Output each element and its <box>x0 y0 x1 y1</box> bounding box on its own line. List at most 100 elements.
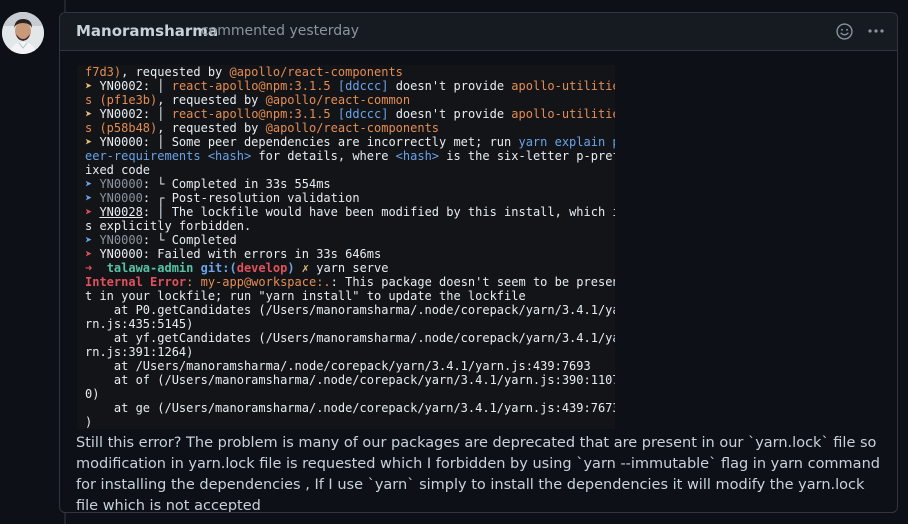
terminal-segment: (pf1e3b) <box>99 93 158 107</box>
terminal-segment: YN0000 <box>99 177 143 191</box>
comment-body: Still this error? The problem is many of… <box>76 435 880 513</box>
terminal-segment: ➤ <box>85 233 100 247</box>
terminal-segment: eer-requirements <hash> <box>85 149 252 163</box>
terminal-segment: YN0028 <box>99 205 143 219</box>
terminal-segment: @apollo/react-components <box>265 121 440 135</box>
terminal-line: 0) <box>85 387 615 401</box>
smiley-icon <box>836 23 853 40</box>
terminal-line: ➜ talawa-admin git:(develop) ✗ yarn serv… <box>85 261 615 275</box>
terminal-segment: s <box>85 121 100 135</box>
terminal-segment: at /Users/manoramsharma/.node/corepack/y… <box>85 359 591 373</box>
terminal-segment: [ddccc] <box>337 107 389 121</box>
terminal-segment: @apollo/react-common <box>265 93 411 107</box>
terminal-segment: YN0000: <box>99 135 158 149</box>
add-reaction-button[interactable] <box>836 23 853 40</box>
terminal-line: ➤ YN0000: └ Completed <box>85 233 615 247</box>
terminal-segment: @apollo/react-components <box>229 65 403 79</box>
terminal-segment: : <box>142 79 158 93</box>
terminal-segment: 0) <box>85 387 100 401</box>
terminal-segment: react-apollo@npm:3.1.5 <box>171 107 338 121</box>
terminal-segment: │ Some peer dependencies are incorrectly… <box>157 135 519 149</box>
comment-author-link[interactable]: Manoramsharma <box>76 22 218 40</box>
terminal-segment: : └ Completed <box>142 233 237 247</box>
terminal-segment: , requested by <box>121 65 230 79</box>
terminal-segment: ixed code <box>85 163 151 177</box>
comment-header: Manoramsharma commented yesterday <box>60 13 897 51</box>
terminal-line: ➤ YN0000: ┌ Post-resolution validation <box>85 191 615 205</box>
terminal-segment: for details, where <box>251 149 396 163</box>
comment-box: Manoramsharma commented yesterday f7d3),… <box>59 12 898 513</box>
terminal-segment: doesn't provide <box>388 107 512 121</box>
terminal-segment: ➤ <box>85 107 100 121</box>
terminal-line: s (p58b48), requested by @apollo/react-c… <box>85 121 615 135</box>
terminal-segment: apollo-utilitie <box>511 107 615 121</box>
terminal-segment: at yf.getCandidates (/Users/manoramsharm… <box>85 331 615 345</box>
terminal-segment: doesn't provide <box>388 79 512 93</box>
terminal-segment: develop <box>236 261 288 275</box>
terminal-line: at P0.getCandidates (/Users/manoramsharm… <box>85 303 615 317</box>
comment-timestamp[interactable]: commented yesterday <box>201 23 359 39</box>
terminal-segment: ➤ <box>85 79 100 93</box>
terminal-segment: t in your lockfile; run "yarn install" t… <box>85 289 526 303</box>
terminal-line: ➤ YN0002: │ react-apollo@npm:3.1.5 [ddcc… <box>85 79 615 93</box>
terminal-segment: at ge (/Users/manoramsharma/.node/corepa… <box>85 401 615 415</box>
terminal-segment: <hash> <box>395 149 440 163</box>
terminal-segment: : <box>142 107 158 121</box>
terminal-line: eer-requirements <hash> for details, whe… <box>85 149 615 163</box>
terminal-segment: git:( <box>200 261 237 275</box>
comment-options-button[interactable] <box>867 22 885 40</box>
terminal-segment: │ <box>157 107 172 121</box>
terminal-line: at /Users/manoramsharma/.node/corepack/y… <box>85 359 615 373</box>
terminal-segment: ➤ <box>85 205 100 219</box>
terminal-segment: react-apollo@npm:3.1.5 <box>171 79 338 93</box>
terminal-segment: s explicitly forbidden. <box>85 219 252 233</box>
terminal-line: t in your lockfile; run "yarn install" t… <box>85 289 615 303</box>
terminal-segment: rn.js:435:5145) <box>85 317 194 331</box>
terminal-segment: YN0000 <box>99 233 143 247</box>
terminal-screenshot: f7d3), requested by @apollo/react-compon… <box>77 65 615 429</box>
terminal-segment: YN0000: Failed with errors in 33s 646ms <box>99 247 382 261</box>
terminal-segment: YN0002 <box>99 107 143 121</box>
terminal-segment: : my-app@workspace:. <box>186 275 331 289</box>
terminal-line: s explicitly forbidden. <box>85 219 615 233</box>
terminal-line: Internal Error: my-app@workspace:.: This… <box>85 275 615 289</box>
avatar[interactable] <box>2 12 44 54</box>
terminal-segment: at P0.getCandidates (/Users/manoramsharm… <box>85 303 615 317</box>
terminal-segment: YN0002 <box>99 79 143 93</box>
terminal-segment: yarn serve <box>316 261 389 275</box>
terminal-segment: ✗ <box>294 261 317 275</box>
terminal-segment: is the six-letter p-pref <box>439 149 615 163</box>
terminal-segment: ) <box>85 415 93 429</box>
terminal-line: ➤ YN0000: └ Completed in 33s 554ms <box>85 177 615 191</box>
terminal-segment: : This package doesn't seem to be presen <box>330 275 615 289</box>
terminal-line: ➤ YN0000: │ Some peer dependencies are i… <box>85 135 615 149</box>
terminal-segment: , requested by <box>157 121 266 135</box>
terminal-line: ➤ YN0002: │ react-apollo@npm:3.1.5 [ddcc… <box>85 107 615 121</box>
terminal-line: at yf.getCandidates (/Users/manoramsharm… <box>85 331 615 345</box>
avatar-photo-icon <box>2 12 44 54</box>
terminal-line: at ge (/Users/manoramsharma/.node/corepa… <box>85 401 615 415</box>
terminal-segment: f7d3) <box>85 65 122 79</box>
terminal-segment: yarn explain p <box>518 135 615 149</box>
kebab-horizontal-icon <box>868 29 884 33</box>
terminal-output: f7d3), requested by @apollo/react-compon… <box>85 65 615 429</box>
terminal-line: ) <box>85 415 615 429</box>
terminal-segment: at of (/Users/manoramsharma/.node/corepa… <box>85 373 615 387</box>
terminal-segment: Internal Error <box>85 275 187 289</box>
terminal-segment: : └ Completed in 33s 554ms <box>142 177 331 191</box>
terminal-segment: ➜ <box>85 261 107 275</box>
terminal-line: ixed code <box>85 163 615 177</box>
terminal-line: at of (/Users/manoramsharma/.node/corepa… <box>85 373 615 387</box>
terminal-line: ➤ YN0028: │ The lockfile would have been… <box>85 205 615 219</box>
terminal-segment: talawa-admin <box>106 261 201 275</box>
terminal-segment: YN0000 <box>99 191 143 205</box>
terminal-segment: rn.js:391:1264) <box>85 345 194 359</box>
terminal-segment: , requested by <box>157 93 266 107</box>
terminal-segment: [ddccc] <box>337 79 389 93</box>
terminal-segment: ➤ <box>85 247 100 261</box>
terminal-segment: │ <box>157 79 172 93</box>
terminal-segment: apollo-utilitie <box>511 79 615 93</box>
terminal-line: rn.js:435:5145) <box>85 317 615 331</box>
terminal-line: ➤ YN0000: Failed with errors in 33s 646m… <box>85 247 615 261</box>
terminal-segment: ➤ <box>85 177 100 191</box>
